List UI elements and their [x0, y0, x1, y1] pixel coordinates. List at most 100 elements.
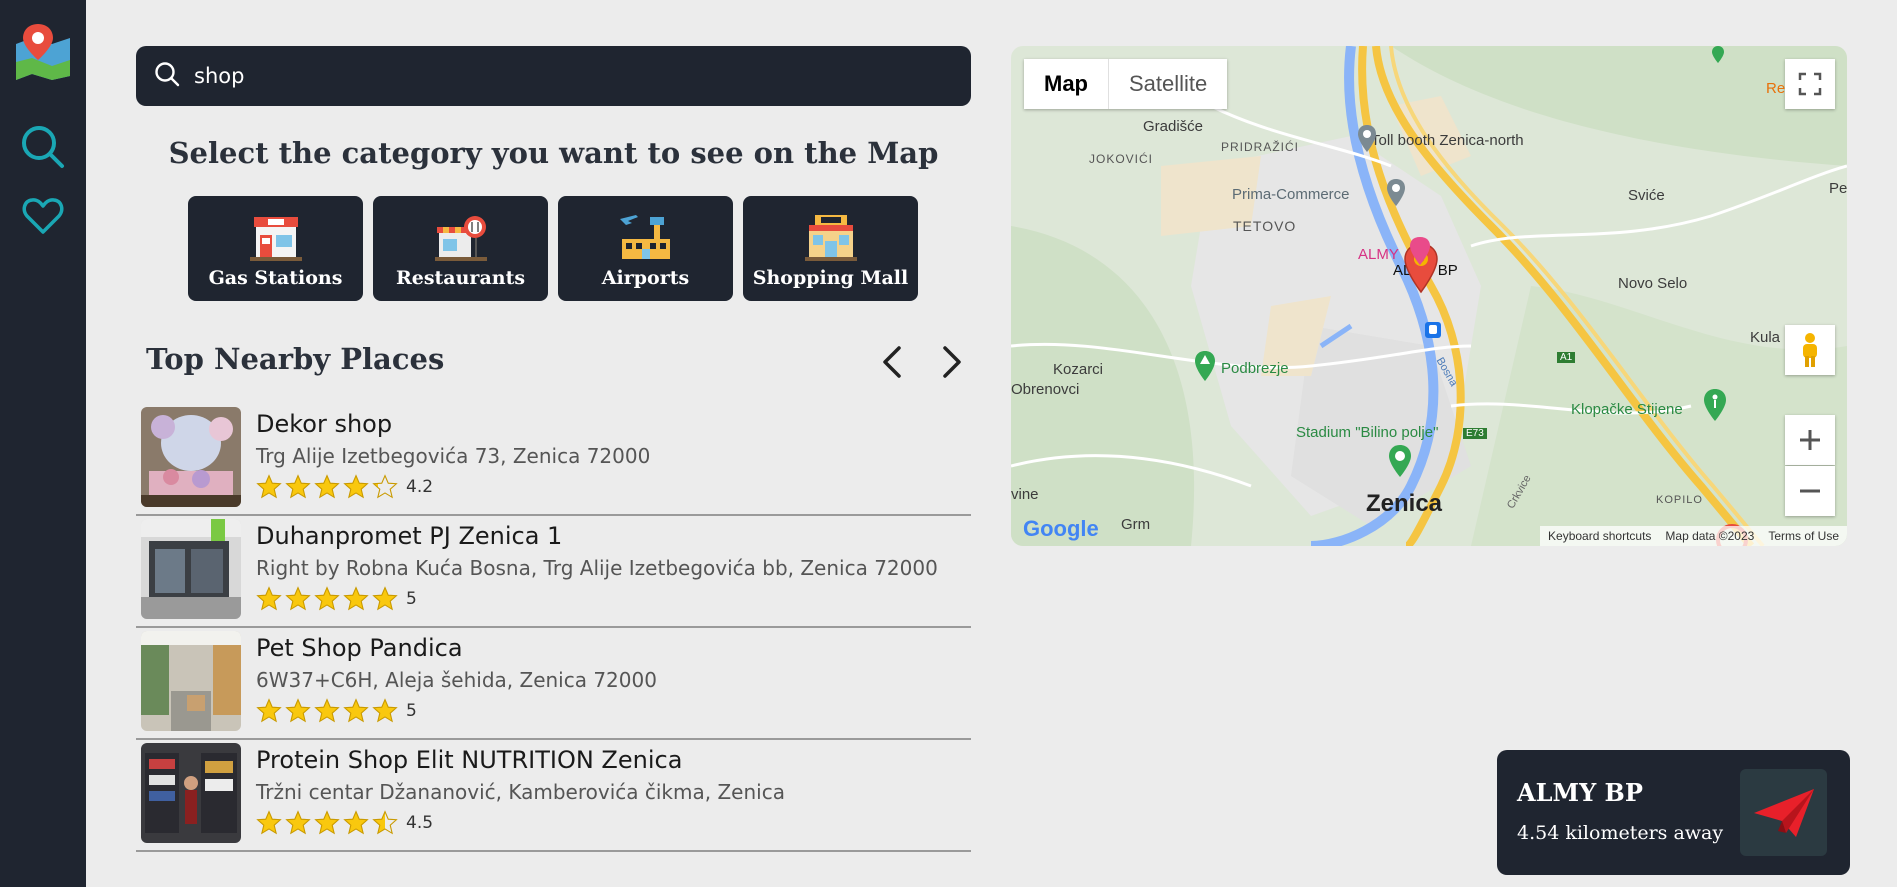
map-background: [1011, 46, 1847, 546]
star-icon: [314, 810, 340, 835]
star-icon: [343, 810, 369, 835]
map-label: Stadium "Bilino polje": [1296, 424, 1439, 441]
park-pin-icon: [1195, 351, 1215, 381]
map-label: ALMY: [1358, 246, 1399, 263]
list-item[interactable]: Duhanpromet PJ Zenica 1 Right by Robna K…: [136, 516, 971, 628]
search-icon[interactable]: [0, 124, 86, 170]
star-icon: [372, 474, 398, 499]
rating-value: 4.2: [406, 477, 434, 497]
place-address: Right by Robna Kuća Bosna, Trg Alije Ize…: [256, 556, 938, 580]
star-icon: [314, 586, 340, 611]
place-address: 6W37+C6H, Aleja šehida, Zenica 72000: [256, 668, 657, 692]
place-photo: [141, 743, 241, 843]
destination-title: ALMY BP: [1517, 778, 1643, 807]
fullscreen-icon[interactable]: [1785, 59, 1835, 109]
star-rating: [256, 698, 398, 724]
chevron-right-icon[interactable]: [936, 344, 968, 380]
destination-card: ALMY BP 4.54 kilometers away: [1497, 750, 1850, 875]
category-label: Airports: [601, 267, 690, 289]
category-gas-stations-button[interactable]: Gas Stations: [188, 196, 363, 301]
map-data-text: Map data ©2023: [1665, 529, 1755, 543]
list-item[interactable]: Dekor shop Trg Alije Izetbegovića 73, Ze…: [136, 404, 971, 516]
place-name: Duhanpromet PJ Zenica 1: [256, 522, 563, 550]
category-buttons: Gas Stations Restaurants Airports Shoppi…: [188, 196, 918, 301]
search-bar[interactable]: shop: [136, 46, 971, 106]
bus-station-icon: [1425, 322, 1441, 338]
star-icon: [343, 586, 369, 611]
rating-value: 5: [406, 701, 417, 721]
map-label: Zenica: [1366, 490, 1443, 517]
category-label: Restaurants: [395, 267, 526, 289]
map-view[interactable]: Map Satellite Gradišće JOKOVIĆI PRIDRAŽI…: [1011, 46, 1847, 546]
star-icon: [372, 810, 398, 835]
pink-pin-icon: [1410, 237, 1430, 265]
carousel-arrows: [876, 344, 968, 380]
category-label: Gas Stations: [208, 267, 343, 289]
map-label: Prima-Commerce: [1232, 186, 1350, 203]
star-icon: [256, 698, 282, 723]
search-input[interactable]: shop: [194, 64, 244, 88]
map-label: Grm: [1121, 516, 1151, 533]
place-photo: [141, 631, 241, 731]
star-icon: [314, 474, 340, 499]
star-icon: [285, 698, 311, 723]
stadium-pin-icon: [1389, 445, 1411, 477]
place-photo: [141, 519, 241, 619]
zoom-out-icon[interactable]: [1785, 466, 1835, 516]
chevron-left-icon[interactable]: [876, 344, 908, 380]
category-restaurants-button[interactable]: Restaurants: [373, 196, 548, 301]
tab-map[interactable]: Map: [1024, 59, 1109, 109]
star-rating: [256, 474, 398, 500]
map-label: Kozarci: [1053, 361, 1104, 378]
terms-link[interactable]: Terms of Use: [1768, 529, 1839, 543]
paper-plane-icon: [1753, 788, 1814, 837]
google-logo-text: Google: [1023, 516, 1099, 541]
hiking-pin-icon: [1704, 389, 1726, 421]
map-label: TETOVO: [1233, 218, 1297, 234]
map-label: Obrenovci: [1011, 381, 1080, 398]
destination-distance: 4.54 kilometers away: [1517, 822, 1724, 844]
places-list: Dekor shop Trg Alije Izetbegovića 73, Ze…: [136, 404, 971, 852]
map-label: vine: [1011, 486, 1039, 503]
category-label: Shopping Mall: [752, 267, 909, 289]
airport-icon: [619, 215, 670, 259]
street-view-pegman-icon[interactable]: [1785, 325, 1835, 375]
sidebar: [0, 0, 86, 887]
rating-value: 4.5: [406, 813, 434, 833]
navigate-button[interactable]: [1740, 769, 1827, 856]
road-shield-e73: E73: [1463, 428, 1487, 439]
star-icon: [285, 586, 311, 611]
zoom-in-icon[interactable]: [1785, 415, 1835, 465]
list-item[interactable]: Pet Shop Pandica 6W37+C6H, Aleja šehida,…: [136, 628, 971, 740]
gray-pin-icon: [1387, 179, 1405, 206]
map-label: Pe: [1829, 180, 1847, 197]
category-shopping-mall-button[interactable]: Shopping Mall: [743, 196, 918, 301]
tab-satellite[interactable]: Satellite: [1109, 59, 1227, 109]
nearby-title: Top Nearby Places: [146, 342, 445, 376]
map-label: Sviće: [1628, 187, 1665, 204]
place-address: Trg Alije Izetbegovića 73, Zenica 72000: [256, 444, 651, 468]
rating-value: 5: [406, 589, 417, 609]
category-airports-button[interactable]: Airports: [558, 196, 733, 301]
star-icon: [256, 586, 282, 611]
map-label: Novo Selo: [1618, 275, 1688, 292]
gray-pin-icon: [1358, 125, 1376, 152]
star-rating: [256, 810, 398, 836]
map-label: Gradišće: [1143, 118, 1204, 135]
map-footer: Keyboard shortcuts Map data ©2023 Terms …: [1540, 526, 1847, 546]
search-icon: [154, 61, 180, 92]
google-logo: Google: [1023, 516, 1099, 542]
star-icon: [372, 586, 398, 611]
place-address: Tržni centar Džananović, Kamberovića čik…: [256, 780, 785, 804]
map-label: JOKOVIĆI: [1089, 152, 1154, 166]
map-logo-icon[interactable]: [0, 22, 86, 80]
keyboard-shortcuts-link[interactable]: Keyboard shortcuts: [1548, 529, 1651, 543]
gas-station-icon: [249, 217, 302, 261]
category-title: Select the category you want to see on t…: [168, 136, 939, 170]
place-name: Dekor shop: [256, 410, 393, 438]
star-icon: [285, 474, 311, 499]
list-item[interactable]: Protein Shop Elit NUTRITION Zenica Tržni…: [136, 740, 971, 852]
star-icon: [343, 698, 369, 723]
star-rating: [256, 586, 398, 612]
heart-icon[interactable]: [0, 196, 86, 236]
